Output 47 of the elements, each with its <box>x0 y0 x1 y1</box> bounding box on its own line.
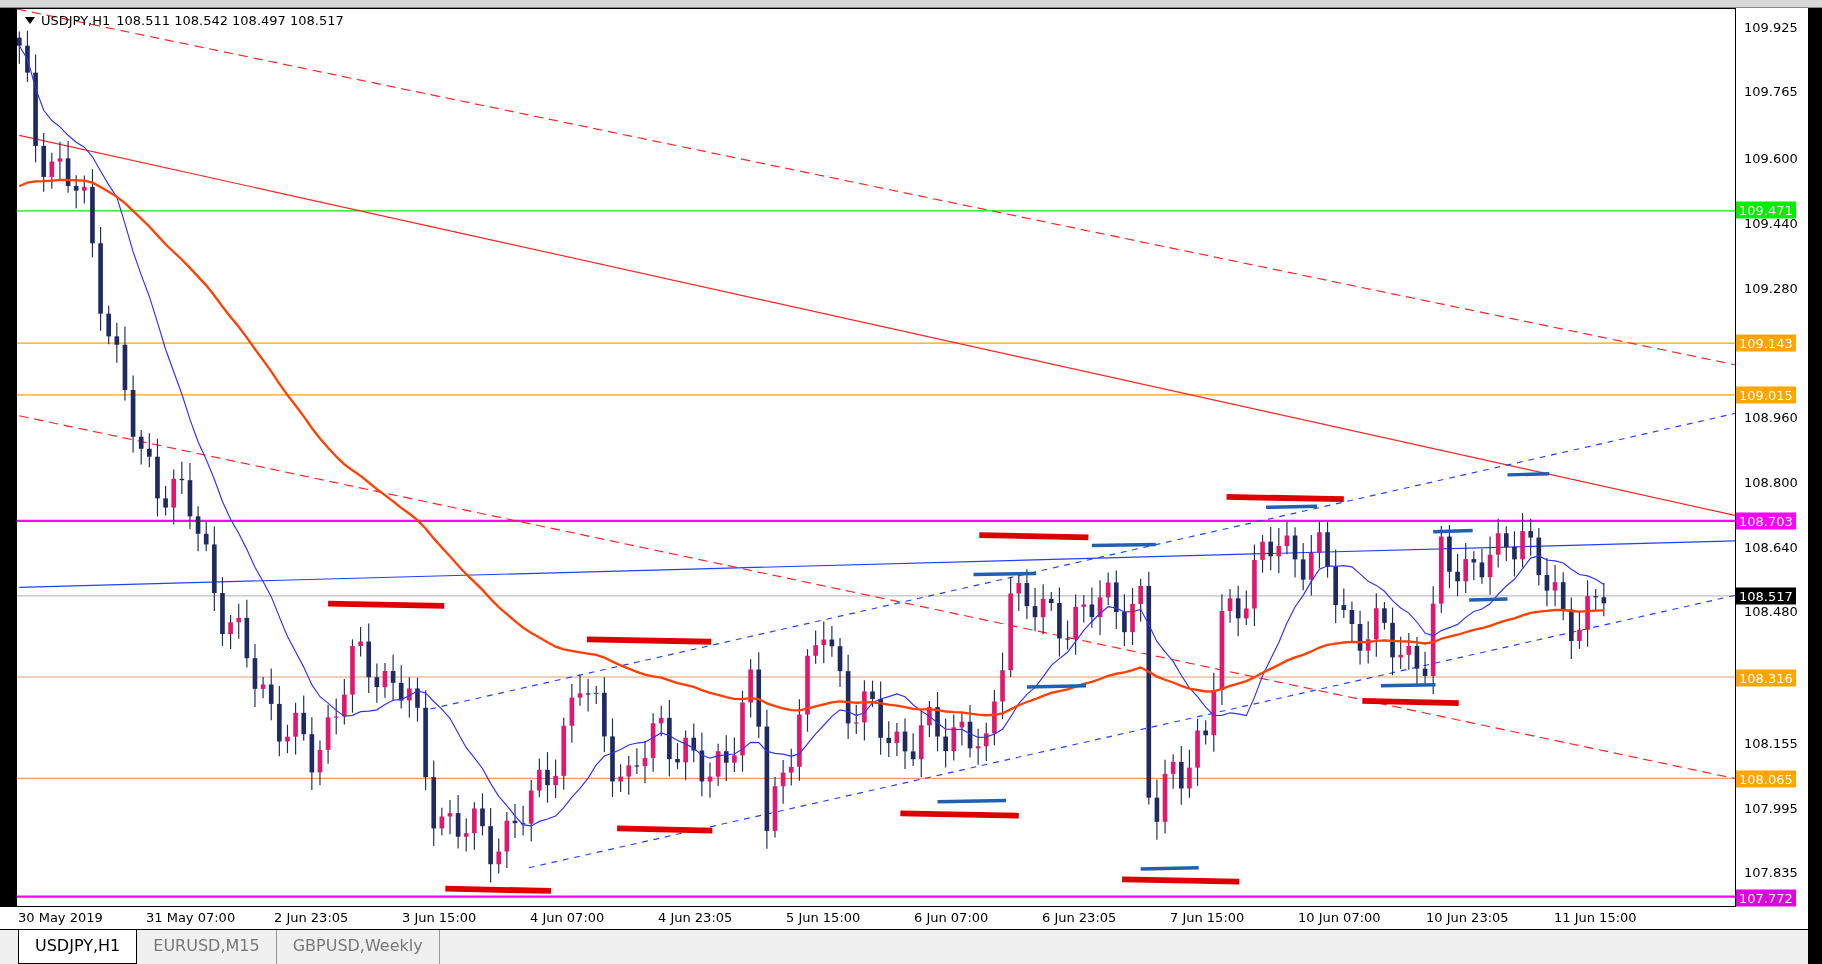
price-tick-label: 108.155 <box>1744 735 1798 751</box>
price-tick-label: 108.960 <box>1744 409 1798 425</box>
time-axis-label: 2 Jun 23:05 <box>274 909 350 927</box>
price-tick-label: 107.835 <box>1744 864 1798 880</box>
marker-line <box>1433 528 1473 534</box>
price-tick-label: 109.280 <box>1744 280 1798 296</box>
time-axis-label: 31 May 07:00 <box>146 909 237 927</box>
time-axis-label: 11 Jun 15:00 <box>1554 909 1638 927</box>
chart-tab[interactable]: EURUSD,M15 <box>137 930 277 964</box>
marker-line <box>1140 866 1199 871</box>
time-axis-label: 30 May 2019 <box>18 909 104 927</box>
chart-tab[interactable]: USDJPY,H1 <box>18 930 138 964</box>
price-tick-label: 107.995 <box>1744 800 1798 816</box>
time-axis-label: 3 Jun 15:00 <box>402 909 478 927</box>
time-axis-label: 10 Jun 07:00 <box>1298 909 1382 927</box>
price-tick-label: 109.600 <box>1744 150 1798 166</box>
price-level-label: 109.471 <box>1736 201 1796 219</box>
price-level-label: 108.517 <box>1736 587 1796 605</box>
price-tick-label: 109.925 <box>1744 19 1798 35</box>
time-axis-label: 5 Jun 15:00 <box>786 909 862 927</box>
chart-tab[interactable]: GBPUSD,Weekly <box>276 930 440 964</box>
price-tick-label: 108.640 <box>1744 539 1798 555</box>
marker-line <box>1507 472 1550 477</box>
time-axis-label: 10 Jun 23:05 <box>1426 909 1510 927</box>
dropdown-triangle-icon[interactable] <box>25 17 35 24</box>
marker-line <box>937 798 1007 804</box>
price-tick-label: 109.765 <box>1744 83 1798 99</box>
ohlc-values: 108.511 108.542 108.497 108.517 <box>116 13 344 28</box>
marker-line <box>1380 682 1436 688</box>
time-axis-label: 6 Jun 23:05 <box>1042 909 1118 927</box>
marker-line <box>1091 542 1156 548</box>
time-axis-label: 4 Jun 23:05 <box>658 909 734 927</box>
marker-line <box>1026 684 1087 689</box>
marker-line <box>973 571 1037 577</box>
price-level-label: 108.703 <box>1736 512 1796 530</box>
time-axis-label: 4 Jun 07:00 <box>530 909 606 927</box>
price-level-label: 108.316 <box>1736 669 1796 687</box>
price-level-label: 109.143 <box>1736 334 1796 352</box>
time-axis-label: 6 Jun 07:00 <box>914 909 990 927</box>
chart-symbol: USDJPY,H1 <box>41 13 111 28</box>
marker-line <box>1469 597 1508 602</box>
price-level-label: 109.015 <box>1736 386 1796 404</box>
price-tick-label: 108.800 <box>1744 474 1798 490</box>
price-level-label: 107.772 <box>1736 889 1796 907</box>
price-tick-label: 108.480 <box>1744 603 1798 619</box>
time-axis-label: 7 Jun 15:00 <box>1170 909 1246 927</box>
price-level-label: 108.065 <box>1736 770 1796 788</box>
